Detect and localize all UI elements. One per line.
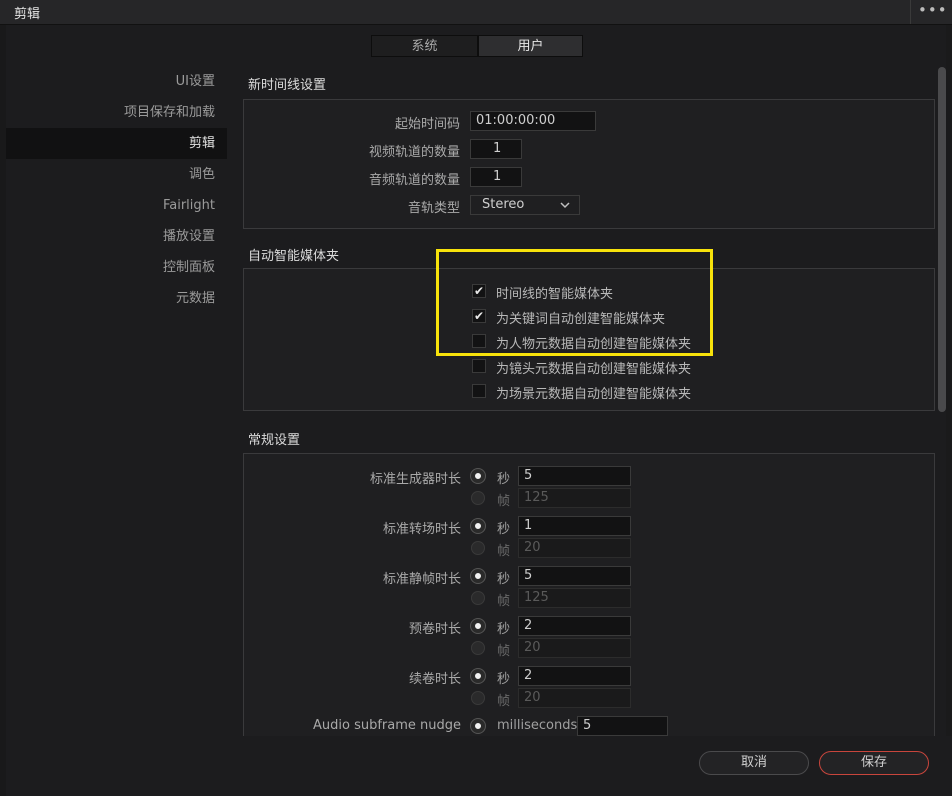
radio-frames[interactable] (471, 591, 485, 605)
preroll-frames-field[interactable]: 20 (518, 638, 631, 658)
save-button[interactable]: 保存 (819, 751, 929, 775)
chevron-down-icon (559, 196, 571, 220)
sidebar-item-color[interactable]: 调色 (6, 159, 227, 190)
frames-unit: 帧 (497, 494, 511, 509)
subframe-nudge-label: Audio subframe nudge (312, 718, 461, 733)
section-title-new-timeline: 新时间线设置 (248, 78, 327, 93)
seconds-unit: 秒 (497, 622, 511, 637)
video-tracks-label: 视频轨道的数量 (368, 145, 460, 160)
audio-track-type-label: 音轨类型 (407, 201, 460, 216)
highlight-annotation (436, 249, 713, 356)
section-title-smart-bins: 自动智能媒体夹 (248, 249, 340, 264)
frames-unit: 帧 (497, 544, 511, 559)
sidebar-item-control-panels[interactable]: 控制面板 (6, 252, 227, 283)
radio-seconds[interactable] (471, 669, 485, 683)
frames-unit: 帧 (497, 644, 511, 659)
title-bar (0, 0, 952, 25)
postroll-frames-field[interactable]: 20 (518, 688, 631, 708)
seconds-unit: 秒 (497, 572, 511, 587)
checkbox-label: 为镜头元数据自动创建智能媒体夹 (496, 362, 692, 377)
postroll-duration-label: 续卷时长 (408, 672, 461, 687)
milliseconds-unit: milliseconds (497, 718, 578, 733)
generator-frames-field[interactable]: 125 (518, 488, 631, 508)
postroll-seconds-field[interactable]: 2 (518, 666, 631, 686)
audio-track-type-value: Stereo (482, 197, 525, 212)
seconds-unit: 秒 (497, 522, 511, 537)
radio-frames[interactable] (471, 541, 485, 555)
checkbox-shot-smart-bins[interactable] (472, 359, 486, 373)
sidebar-item-edit[interactable]: 剪辑 (6, 128, 227, 159)
generator-seconds-field[interactable]: 5 (518, 466, 631, 486)
frames-unit: 帧 (497, 694, 511, 709)
radio-seconds[interactable] (471, 469, 485, 483)
generator-duration-label: 标准生成器时长 (369, 472, 461, 487)
sidebar-item-project-save-load[interactable]: 项目保存和加载 (6, 97, 227, 128)
window-title: 剪辑 (14, 7, 41, 22)
subframe-nudge-field[interactable]: 5 (577, 716, 668, 736)
audio-tracks-field[interactable]: 1 (470, 167, 522, 187)
scrollbar-thumb[interactable] (938, 67, 946, 412)
checkbox-scene-smart-bins[interactable] (472, 384, 486, 398)
radio-frames[interactable] (471, 641, 485, 655)
radio-seconds[interactable] (471, 619, 485, 633)
sidebar-item-ui-settings[interactable]: UI设置 (6, 66, 227, 97)
sidebar-item-fairlight[interactable]: Fairlight (6, 190, 227, 221)
title-divider (910, 0, 911, 24)
start-timecode-label: 起始时间码 (394, 117, 460, 132)
start-timecode-field[interactable]: 01:00:00:00 (470, 111, 596, 131)
radio-milliseconds[interactable] (471, 719, 485, 733)
radio-seconds[interactable] (471, 519, 485, 533)
cancel-button[interactable]: 取消 (699, 751, 809, 775)
transition-duration-label: 标准转场时长 (382, 522, 461, 537)
audio-tracks-label: 音频轨道的数量 (368, 173, 460, 188)
transition-seconds-field[interactable]: 1 (518, 516, 631, 536)
background-app-edge-right (946, 25, 952, 796)
tab-system[interactable]: 系统 (371, 35, 478, 57)
more-options-icon[interactable]: ••• (918, 1, 948, 19)
checkbox-label: 为场景元数据自动创建智能媒体夹 (496, 387, 692, 402)
seconds-unit: 秒 (497, 472, 511, 487)
still-frames-field[interactable]: 125 (518, 588, 631, 608)
tab-user[interactable]: 用户 (478, 35, 583, 57)
frames-unit: 帧 (497, 594, 511, 609)
transition-frames-field[interactable]: 20 (518, 538, 631, 558)
radio-frames[interactable] (471, 491, 485, 505)
preroll-seconds-field[interactable]: 2 (518, 616, 631, 636)
preroll-duration-label: 预卷时长 (408, 622, 461, 637)
video-tracks-field[interactable]: 1 (470, 139, 522, 159)
seconds-unit: 秒 (497, 672, 511, 687)
sidebar-item-playback[interactable]: 播放设置 (6, 221, 227, 252)
section-title-general: 常规设置 (248, 433, 301, 448)
still-duration-label: 标准静帧时长 (382, 572, 461, 587)
still-seconds-field[interactable]: 5 (518, 566, 631, 586)
radio-frames[interactable] (471, 691, 485, 705)
audio-track-type-select[interactable]: Stereo (470, 195, 580, 215)
radio-seconds[interactable] (471, 569, 485, 583)
sidebar-item-metadata[interactable]: 元数据 (6, 283, 227, 314)
